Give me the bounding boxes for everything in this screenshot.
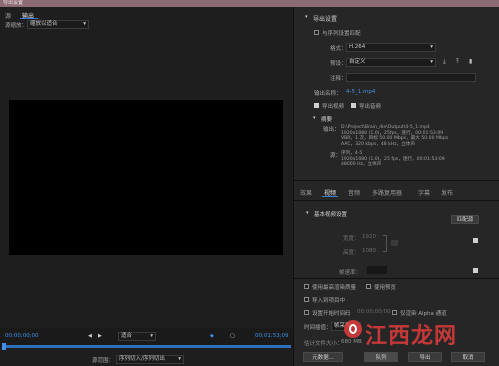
output-name-link[interactable]: 4-5_1.mp4 (346, 89, 375, 95)
max-render-quality-label: 使用最高渲染质量 (312, 285, 357, 291)
tab-effects[interactable]: 效果 (300, 188, 312, 197)
set-start-timecode-checkbox[interactable] (304, 310, 309, 315)
format-select[interactable]: H.264 ▾ (346, 43, 436, 52)
export-video-checkbox[interactable] (314, 103, 319, 108)
source-scaling-value: 缩放以适合 (30, 21, 58, 27)
summary-output-block: D:\Project\Brain_die\Output\4-5_1.mp4 19… (341, 125, 448, 147)
file-size-label: 估计文件大小： (304, 341, 343, 347)
max-render-quality-checkbox[interactable] (304, 284, 309, 289)
mark-out-icon[interactable]: ▶ (98, 333, 102, 339)
fit-value: 适合 (121, 333, 133, 339)
render-alpha-only-checkbox[interactable] (392, 310, 397, 315)
chevron-down-icon: ▾ (430, 44, 433, 50)
summary-output-line: AAC，320 kbps，48 kHz，立体声 (341, 141, 416, 147)
comments-label: 注释： (330, 76, 347, 82)
source-range-select[interactable]: 序列切入/序列切出 ▾ (116, 355, 184, 364)
timecode-end: 00;01;53;09 (255, 333, 289, 339)
active-tab-indicator (20, 18, 38, 19)
summary-source-label: 源： (330, 153, 342, 159)
set-start-timecode-label: 设置开始时间码 (312, 311, 351, 317)
source-range-value: 序列切入/序列切出 (119, 356, 165, 362)
export-audio-label: 导出音频 (359, 104, 382, 110)
use-previews-checkbox[interactable] (366, 284, 371, 289)
section-divider (294, 278, 499, 279)
timeline-track[interactable] (4, 345, 291, 348)
tab-publish[interactable]: 发布 (441, 188, 453, 197)
import-into-project-checkbox[interactable] (304, 297, 309, 302)
link-bracket (383, 235, 387, 252)
tab-multiplexer[interactable]: 多路复用器 (372, 188, 402, 197)
tab-captions[interactable]: 字幕 (418, 188, 430, 197)
file-size-value: 680 MB (341, 339, 362, 345)
delete-preset-icon[interactable]: ▮ (469, 58, 472, 65)
use-previews-label: 使用预览 (374, 285, 397, 291)
export-button[interactable]: 导出 (408, 352, 442, 362)
watermark-text: 江西龙网 (365, 324, 458, 349)
title-bar: 导出设置 (0, 0, 499, 7)
save-preset-icon[interactable]: ⤓ (443, 58, 446, 66)
output-name-label: 输出名称： (314, 91, 342, 97)
tab-audio[interactable]: 音频 (348, 188, 360, 197)
export-audio-checkbox[interactable] (351, 103, 356, 108)
tab-source[interactable]: 源 (5, 11, 11, 20)
chevron-down-icon: ▾ (178, 356, 181, 362)
export-video-label: 导出视频 (322, 104, 345, 110)
chain-link-icon[interactable] (391, 240, 398, 246)
summary-output-label: 输出： (323, 127, 340, 133)
window-title: 导出设置 (3, 0, 24, 6)
start-timecode-value[interactable]: 00;00;00;00 (357, 309, 391, 315)
expand-triangle-icon[interactable]: ▾ (313, 115, 316, 121)
preset-select[interactable]: 自定义 ▾ (346, 58, 436, 67)
format-value: H.264 (349, 44, 366, 50)
height-label: 高度： (343, 250, 360, 256)
mark-in-icon[interactable]: ◀ (88, 333, 92, 339)
timecode-start[interactable]: 00;00;00;00 (5, 333, 39, 339)
fit-select[interactable]: 适合 ▾ (118, 332, 156, 341)
watermark-logo-icon (344, 320, 362, 338)
summary-title: 摘要 (321, 117, 333, 123)
cancel-button[interactable]: 取消 (451, 352, 485, 362)
summary-output-line: VBR，1 次，目标 50.00 Mbps，最大 50.00 Mbps (341, 136, 449, 142)
queue-button[interactable]: 队列 (364, 352, 398, 362)
chevron-down-icon: ▾ (150, 333, 153, 339)
format-label: 格式： (330, 46, 347, 52)
width-value[interactable]: 1920 (362, 234, 376, 240)
interpolation-label: 时间插值： (304, 325, 332, 331)
match-sequence-checkbox[interactable] (314, 30, 319, 35)
expand-triangle-icon[interactable]: ▾ (306, 210, 309, 216)
preset-value: 自定义 (349, 59, 366, 65)
section-divider (294, 200, 499, 201)
preset-label: 预设： (330, 61, 347, 67)
import-into-project-label: 导入到项目中 (312, 298, 346, 304)
match-sequence-label: 与序列设置匹配 (322, 31, 361, 37)
match-framerate-checkbox[interactable] (473, 268, 478, 273)
in-point-handle[interactable] (2, 343, 6, 350)
source-scaling-label: 源缩放： (5, 23, 28, 29)
import-preset-icon[interactable]: ⤒ (456, 58, 459, 66)
chevron-down-icon: ▾ (83, 21, 86, 27)
match-source-button[interactable]: 匹配源 (451, 215, 479, 224)
source-scaling-select[interactable]: 缩放以适合 ▾ (27, 20, 89, 29)
height-value[interactable]: 1080 (362, 248, 376, 254)
metadata-button[interactable]: 元数据... (303, 352, 343, 362)
expand-triangle-icon[interactable]: ▾ (305, 14, 308, 20)
match-width-checkbox[interactable] (473, 238, 478, 243)
chevron-down-icon: ▾ (430, 59, 433, 65)
active-tab-indicator (322, 196, 338, 197)
section-divider (294, 180, 499, 181)
summary-source-line: 48000 Hz，立体声 (341, 162, 382, 168)
playhead-icon[interactable]: ◆ (210, 333, 214, 339)
basic-video-settings-title: 基本视频设置 (314, 212, 348, 218)
framerate-select[interactable] (367, 266, 387, 274)
render-alpha-only-label: 仅渲染 Alpha 通道 (400, 311, 447, 317)
summary-source-block: 序列，4-5 1920x1080 (1.0)，25 fps，逐行，00:01:5… (341, 151, 445, 168)
video-preview (9, 100, 283, 255)
export-settings-title: 导出设置 (313, 16, 338, 23)
source-range-label: 源范围： (92, 358, 115, 364)
comments-input[interactable] (346, 73, 476, 82)
framerate-label: 帧速率： (339, 270, 362, 276)
width-label: 宽度： (343, 236, 360, 242)
ruler-icon[interactable]: ▢ (230, 333, 235, 339)
